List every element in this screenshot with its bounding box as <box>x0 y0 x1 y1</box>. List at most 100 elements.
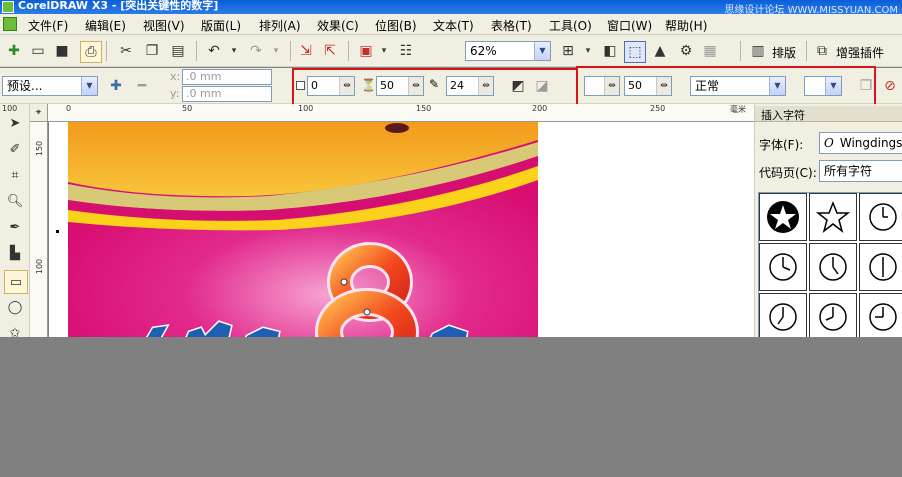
app-icon <box>2 1 14 13</box>
snap-icon[interactable]: ◧ <box>600 41 620 61</box>
mountain-icon[interactable]: ▲ <box>650 41 670 61</box>
menu-window[interactable]: 窗口(W) <box>607 17 652 34</box>
toolbar-separator <box>196 41 197 61</box>
window-title: CorelDRAW X3 - [突出关键性的数字] <box>18 0 219 12</box>
clock-glyph[interactable] <box>759 293 807 341</box>
y-position-input[interactable]: .0 mm <box>182 86 272 102</box>
horizontal-ruler: 100 50 0 50 100 150 200 250 毫米 <box>2 104 754 122</box>
launcher-dropdown-icon[interactable]: ▾ <box>374 41 394 61</box>
transform-icon[interactable]: ⬚ <box>624 41 646 63</box>
drawing-canvas[interactable] <box>49 122 754 352</box>
clock-glyph[interactable] <box>809 293 857 341</box>
zoom-dropdown-icon[interactable]: ▾ <box>578 41 598 61</box>
smart-fill-tool-icon[interactable]: ▙ <box>4 242 26 264</box>
menu-arrange[interactable]: 排列(A) <box>259 17 301 34</box>
ruler-label: 100 <box>2 104 18 113</box>
menu-effects[interactable]: 效果(C) <box>317 17 359 34</box>
menu-view[interactable]: 视图(V) <box>143 17 185 34</box>
artwork <box>56 122 538 352</box>
ruler-label: 150 <box>416 104 432 113</box>
font-value: Wingdings <box>839 136 902 150</box>
codepage-combo[interactable]: 所有字符 <box>819 160 902 182</box>
menu-table[interactable]: 表格(T) <box>491 17 532 34</box>
x-label: x: <box>170 70 181 83</box>
plugin-icon[interactable]: ⧉ <box>812 41 832 61</box>
menu-help[interactable]: 帮助(H) <box>665 17 707 34</box>
watermark: 思缘设计论坛 WWW.MISSYUAN.COM <box>724 5 898 14</box>
clear-icon[interactable]: ⊘ <box>880 76 900 96</box>
save-icon[interactable]: ■ <box>52 41 72 61</box>
shape-tool-icon[interactable]: ✐ <box>4 138 26 160</box>
preset-value: 预设... <box>7 79 43 93</box>
menu-tools[interactable]: 工具(O) <box>549 17 592 34</box>
ruler-label: 150 <box>35 140 45 157</box>
arrange-icon[interactable]: ▥ <box>748 41 768 61</box>
guide-marker <box>56 230 59 233</box>
plugin-label[interactable]: 增强插件 <box>836 44 884 61</box>
welcome-screen-icon[interactable]: ☷ <box>396 41 416 61</box>
menu-text[interactable]: 文本(T) <box>433 17 474 34</box>
menu-edit[interactable]: 编辑(E) <box>85 17 126 34</box>
ruler-origin-icon[interactable]: ⌖ <box>30 104 48 122</box>
redo-icon[interactable]: ↷ <box>246 41 266 61</box>
zoom-options-icon[interactable]: ⊞ <box>558 41 578 61</box>
application-launcher-icon[interactable]: ▣ <box>356 41 376 61</box>
disabled-icon: ▦ <box>703 43 717 59</box>
open-icon[interactable]: ▭ <box>28 41 48 61</box>
title-bar: CorelDRAW X3 - [突出关键性的数字] 思缘设计论坛 WWW.MIS… <box>0 0 902 14</box>
redo-dropdown-icon[interactable]: ▾ <box>266 41 286 61</box>
add-preset-icon[interactable]: ✚ <box>106 76 126 96</box>
new-document-icon[interactable]: ✚ <box>4 41 24 61</box>
x-position-input[interactable]: .0 mm <box>182 69 272 85</box>
freehand-tool-icon[interactable]: ✒ <box>4 216 26 238</box>
clock-glyph[interactable] <box>859 193 902 241</box>
cut-icon[interactable]: ✂ <box>116 41 136 61</box>
crop-tool-icon[interactable]: ⌗ <box>4 164 26 186</box>
zoom-value: 62% <box>470 44 497 58</box>
font-combo[interactable]: O Wingdings <box>819 132 902 154</box>
copy-icon[interactable]: ❐ <box>142 41 162 61</box>
x-value: .0 mm <box>186 70 222 83</box>
export-icon[interactable]: ⇱ <box>320 41 340 61</box>
toolbox: ➤ ✐ ⌗ 🔍︎ ✒ ▙ ▭ ◯ ✩ <box>0 104 30 354</box>
ellipse-tool-icon[interactable]: ◯ <box>4 296 26 318</box>
zoom-tool-icon[interactable]: 🔍︎ <box>4 190 26 212</box>
rectangle-tool-icon[interactable]: ▭ <box>4 270 28 294</box>
toolbar-separator <box>290 41 291 61</box>
font-type-icon: O <box>824 136 834 150</box>
print-icon[interactable]: ⎙ <box>80 41 102 63</box>
document-icon[interactable] <box>3 17 17 31</box>
undo-icon[interactable]: ↶ <box>204 41 224 61</box>
clock-glyph[interactable] <box>759 243 807 291</box>
zoom-combo[interactable]: 62% ▼ <box>465 41 551 61</box>
menu-bitmaps[interactable]: 位图(B) <box>375 17 417 34</box>
y-label: y: <box>170 87 180 100</box>
node-handle[interactable] <box>363 308 371 316</box>
preset-combo[interactable]: 预设... ▼ <box>2 76 98 96</box>
toolbar-separator <box>740 41 741 61</box>
dark-mark <box>385 123 409 133</box>
font-label: 字体(F): <box>759 138 804 152</box>
character-grid <box>758 192 902 354</box>
chevron-down-icon[interactable]: ▼ <box>81 77 97 95</box>
paste-icon[interactable]: ▤ <box>168 41 188 61</box>
clock-glyph[interactable] <box>809 243 857 291</box>
menu-layout[interactable]: 版面(L) <box>201 17 241 34</box>
ruler-label: 0 <box>66 104 72 113</box>
star-outline-glyph[interactable] <box>809 193 857 241</box>
undo-dropdown-icon[interactable]: ▾ <box>224 41 244 61</box>
options-icon[interactable]: ⚙ <box>676 41 696 61</box>
ruler-label: 50 <box>182 104 193 113</box>
toolbar-separator <box>106 41 107 61</box>
node-handle[interactable] <box>340 278 348 286</box>
ruler-label: 100 <box>35 258 45 275</box>
menu-file[interactable]: 文件(F) <box>28 17 68 34</box>
star-circle-glyph[interactable] <box>759 193 807 241</box>
pick-tool-icon[interactable]: ➤ <box>4 112 26 134</box>
arrange-label[interactable]: 排版 <box>772 44 796 61</box>
import-icon[interactable]: ⇲ <box>296 41 316 61</box>
clock-glyph[interactable] <box>859 293 902 341</box>
remove-preset-icon[interactable]: ━ <box>132 76 152 96</box>
chevron-down-icon[interactable]: ▼ <box>534 42 550 60</box>
clock-glyph[interactable] <box>859 243 902 291</box>
